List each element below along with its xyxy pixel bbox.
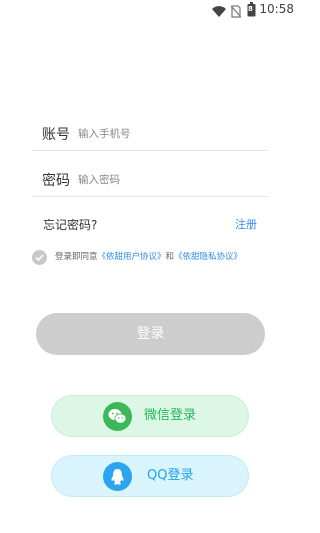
account-label: 账号 bbox=[42, 127, 70, 143]
battery-level: 8 bbox=[248, 5, 253, 13]
register-link[interactable]: 注册 bbox=[235, 216, 257, 232]
login-button[interactable]: 登录 bbox=[36, 313, 265, 355]
wechat-login-label: 微信登录 bbox=[144, 408, 197, 423]
agreement-row: 登录即同意《依甜用户协议》和《依甜隐私协议》 bbox=[32, 249, 268, 279]
forgot-password-link[interactable]: 忘记密码? bbox=[43, 216, 97, 233]
status-bar: 8 10:58 bbox=[0, 0, 300, 20]
no-sim-icon bbox=[230, 3, 242, 22]
password-row: 密码 bbox=[32, 163, 268, 197]
agreement-prefix: 登录即同意 bbox=[55, 252, 98, 262]
wifi-icon bbox=[212, 3, 226, 22]
user-agreement-link[interactable]: 《依甜用户协议》 bbox=[98, 252, 166, 262]
status-time: 10:58 bbox=[259, 2, 294, 16]
wechat-login-button[interactable]: 微信登录 bbox=[51, 395, 249, 437]
agreement-text: 登录即同意《依甜用户协议》和《依甜隐私协议》 bbox=[55, 251, 270, 263]
password-label: 密码 bbox=[42, 173, 70, 189]
qq-icon bbox=[103, 462, 132, 491]
privacy-agreement-link[interactable]: 《依甜隐私协议》 bbox=[174, 252, 242, 262]
battery-icon: 8 bbox=[247, 2, 256, 21]
phone-input[interactable] bbox=[78, 124, 263, 144]
wechat-icon bbox=[103, 402, 132, 431]
qq-login-button[interactable]: QQ登录 bbox=[51, 455, 249, 497]
agreement-checkbox[interactable] bbox=[32, 250, 47, 265]
agreement-conjunction: 和 bbox=[165, 252, 175, 262]
checkmark-icon bbox=[35, 254, 44, 262]
password-input[interactable] bbox=[78, 170, 263, 190]
qq-login-label: QQ登录 bbox=[147, 468, 194, 483]
account-row: 账号 bbox=[32, 117, 268, 151]
